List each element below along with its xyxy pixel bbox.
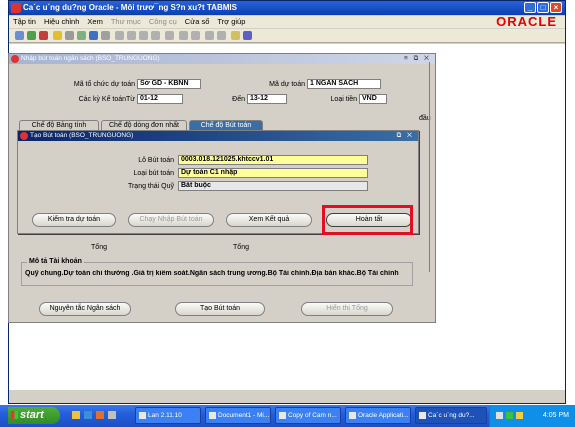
- windows-flag-icon: [11, 411, 18, 419]
- save-icon[interactable]: [39, 31, 48, 40]
- fund-status-field: Bắt buộc: [178, 181, 368, 191]
- dialog-title: Tạo Bút toán (BSO_TRUNGUONG): [30, 132, 134, 139]
- word-icon: [209, 412, 216, 419]
- run-entry-button[interactable]: Chạy Nhập Bút toán: [128, 213, 214, 227]
- currency-label: Loại tiền: [330, 96, 357, 103]
- paste-icon[interactable]: [139, 31, 148, 40]
- menu-folder[interactable]: Thư mục: [107, 16, 145, 28]
- menu-help[interactable]: Trợ giúp: [213, 16, 249, 28]
- currency-field[interactable]: VND: [359, 94, 387, 104]
- folder-icon[interactable]: [53, 31, 62, 40]
- attachments-icon[interactable]: [191, 31, 200, 40]
- budget-code-field[interactable]: 1 NGÂN SÁCH: [307, 79, 381, 89]
- dialog-titlebar: Tạo Bút toán (BSO_TRUNGUONG) ⧉ ✕: [18, 131, 418, 141]
- menu-window[interactable]: Cửa sổ: [181, 16, 214, 28]
- entry-type-field[interactable]: Dự toán C1 nhập: [178, 168, 368, 178]
- clock[interactable]: 4:05 PM: [543, 405, 569, 427]
- menu-bar: Tập tin Hiệu chỉnh Xem Thư mục Công cụ Cửa sổ…: [9, 16, 565, 28]
- quicklaunch-folder-icon[interactable]: [72, 411, 80, 419]
- tray-volume-icon[interactable]: [516, 412, 523, 419]
- app-icon: [11, 3, 21, 13]
- budget-code-label: Mã dự toán: [269, 81, 305, 88]
- account-desc-value: Quỹ chung.Dự toán chi thường .Giá trị ki…: [25, 270, 399, 277]
- task-lan[interactable]: Lan 2.11.10: [135, 407, 201, 424]
- system-tray: 4:05 PM: [489, 405, 575, 427]
- batch-label: Lô Bút toán: [138, 157, 174, 164]
- help-topics-icon[interactable]: [243, 31, 252, 40]
- minimize-button[interactable]: _: [524, 2, 536, 13]
- new-icon[interactable]: [15, 31, 24, 40]
- total-label-2: Tổng: [233, 244, 249, 251]
- tools-icon[interactable]: [217, 31, 226, 40]
- folder-icon: [139, 412, 146, 419]
- org-field[interactable]: Sở GD - KBNN: [137, 79, 201, 89]
- browser-icon: [349, 412, 356, 419]
- open-icon[interactable]: [27, 31, 36, 40]
- toolbar: [9, 29, 565, 43]
- check-budget-button[interactable]: Kiểm tra dự toán: [32, 213, 116, 227]
- task-label: Lan 2.11.10: [148, 412, 182, 419]
- entry-type-label: Loại bút toán: [133, 170, 174, 177]
- navigate-icon[interactable]: [89, 31, 98, 40]
- window-title: Ca´c u´ng du?ng Oracle - Môi trươ¯ng S?n…: [23, 3, 237, 12]
- menu-view[interactable]: Xem: [83, 16, 106, 28]
- finish-button-highlight: [322, 205, 413, 235]
- tray-network-icon[interactable]: [496, 412, 503, 419]
- task-label: Document1 - Mi...: [218, 412, 270, 419]
- tray-security-icon[interactable]: [506, 412, 513, 419]
- folder-tools-icon[interactable]: [205, 31, 214, 40]
- menu-edit[interactable]: Hiệu chỉnh: [40, 16, 83, 28]
- translations-icon[interactable]: [179, 31, 188, 40]
- dialog-icon: [20, 132, 28, 140]
- word-icon: [279, 412, 286, 419]
- task-copy-of-cam[interactable]: Copy of Cam n...: [275, 407, 341, 424]
- close-button[interactable]: ×: [550, 2, 562, 13]
- task-oracle-applications[interactable]: Oracle Applicati...: [345, 407, 411, 424]
- delete-icon[interactable]: [165, 31, 174, 40]
- org-label: Mã tổ chức dự toán: [73, 81, 135, 88]
- show-total-button[interactable]: Hiển thị Tổng: [301, 302, 393, 316]
- print-icon[interactable]: [65, 31, 74, 40]
- period-from-field[interactable]: 01-12: [137, 94, 183, 104]
- form-titlebar: Nhập bút toán ngân sách (BSO_TRUNGUONG) …: [9, 54, 435, 64]
- dialog-window-controls[interactable]: ⧉ ✕: [397, 131, 414, 141]
- task-label: Ca´c u´ng du?...: [428, 412, 475, 419]
- form-title: Nhập bút toán ngân sách (BSO_TRUNGUONG): [21, 55, 160, 62]
- period-from-label: Các kỳ Kế toánTừ: [78, 96, 135, 103]
- account-desc-label: Mô tả Tài khoản: [27, 258, 84, 265]
- menu-tools[interactable]: Công cụ: [145, 16, 181, 28]
- start-label: start: [20, 409, 44, 421]
- quicklaunch-more-icon[interactable]: [108, 411, 116, 419]
- oracle-logo: ORACLE: [496, 14, 557, 29]
- batch-field[interactable]: 0003.018.121025.khtccv1.01: [178, 155, 368, 165]
- search-icon[interactable]: [77, 31, 86, 40]
- form-icon: [11, 55, 19, 63]
- copy-icon[interactable]: [127, 31, 136, 40]
- menu-file[interactable]: Tập tin: [9, 16, 40, 28]
- window-titlebar: Ca´c u´ng du?ng Oracle - Môi trươ¯ng S?n…: [9, 1, 565, 15]
- total-label-1: Tổng: [91, 244, 107, 251]
- task-label: Copy of Cam n...: [288, 412, 337, 419]
- budget-principles-button[interactable]: Nguyên tắc Ngân sách: [39, 302, 131, 316]
- start-button[interactable]: start: [8, 407, 60, 424]
- create-entry-button[interactable]: Tạo Bút toán: [175, 302, 265, 316]
- quicklaunch-desktop-icon[interactable]: [84, 411, 92, 419]
- maximize-button[interactable]: □: [537, 2, 549, 13]
- oracle-app-icon: [419, 412, 426, 419]
- view-results-button[interactable]: Xem Kết quả: [226, 213, 312, 227]
- task-label: Oracle Applicati...: [358, 412, 409, 419]
- period-to-label: Đến: [232, 96, 245, 103]
- help-question-icon[interactable]: [231, 31, 240, 40]
- quicklaunch-app-icon[interactable]: [96, 411, 104, 419]
- clear-icon[interactable]: [151, 31, 160, 40]
- back-window-edge: [420, 62, 430, 272]
- taskbar: start Lan 2.11.10 Document1 - Mi... Copy…: [0, 405, 575, 427]
- fund-status-label: Trạng thái Quỹ: [127, 183, 174, 190]
- task-document1[interactable]: Document1 - Mi...: [205, 407, 271, 424]
- task-oracle-apps-active[interactable]: Ca´c u´ng du?...: [415, 407, 487, 424]
- cut-icon[interactable]: [115, 31, 124, 40]
- zoom-icon[interactable]: [101, 31, 110, 40]
- period-to-field[interactable]: 13-12: [247, 94, 287, 104]
